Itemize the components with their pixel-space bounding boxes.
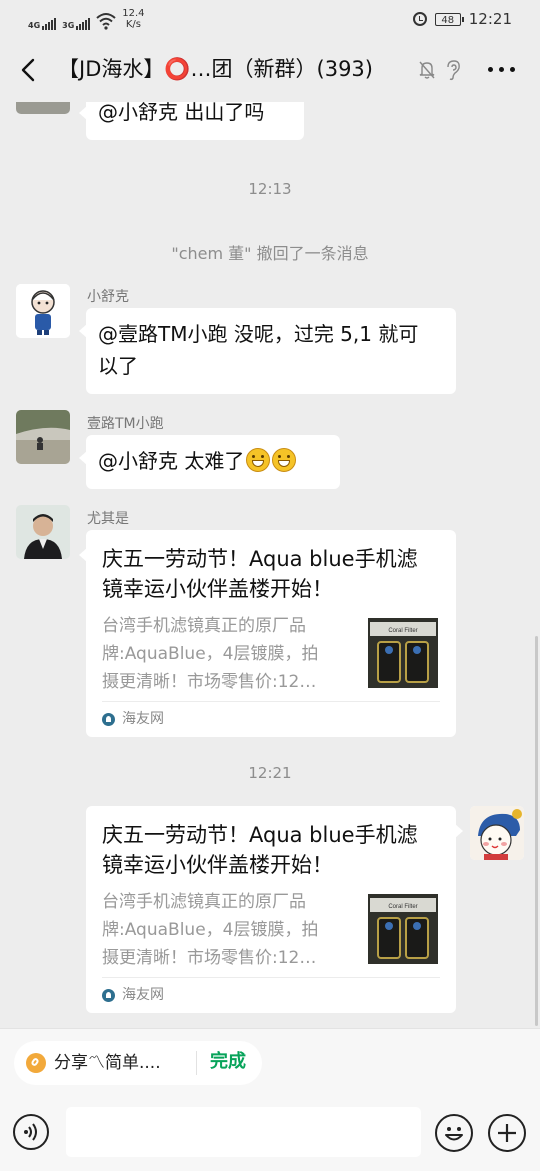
product-image-icon: Coral Filter <box>368 894 438 964</box>
avatar[interactable] <box>16 102 70 114</box>
avatar[interactable] <box>16 505 70 559</box>
recall-notice: "chem 董" 撤回了一条消息 <box>171 244 369 263</box>
card-desc-line: 摄更清晰！市场零售价:12… <box>102 672 317 692</box>
card-body: 台湾手机滤镜真正的原厂品 牌:AquaBlue，4层镀膜，拍 摄更清晰！市场零售… <box>102 888 440 972</box>
card-desc-line: 台湾手机滤镜真正的原厂品 <box>102 892 306 912</box>
chat-header: 【JD海水】⭕…团（新群）(393) <box>0 38 540 102</box>
card-source-label: 海友网 <box>122 987 164 1003</box>
signal-4g-icon: 4G <box>28 18 57 30</box>
thumb-label: Coral Filter <box>388 904 417 910</box>
avatar-cartoon-icon <box>16 284 70 338</box>
wifi-icon <box>96 13 116 30</box>
message-text: @小舒克 太难了 <box>98 449 245 473</box>
message-text: @小舒克 出山了吗 <box>98 102 265 124</box>
card-title-line: 镜幸运小伙伴盖楼开始！ <box>102 853 333 877</box>
card-desc-line: 牌:AquaBlue，4层镀膜，拍 <box>102 920 319 940</box>
card-desc-line: 牌:AquaBlue，4层镀膜，拍 <box>102 644 319 664</box>
card-desc-line: 摄更清晰！市场零售价:12… <box>102 948 317 968</box>
thumb-label: Coral Filter <box>388 628 417 634</box>
card-source: 海友网 <box>102 977 440 1013</box>
plus-icon[interactable] <box>488 1114 526 1152</box>
chevron-left-icon[interactable] <box>16 56 44 84</box>
alarm-icon <box>412 12 427 26</box>
card-title: 庆五一劳动节！Aqua blue手机滤 镜幸运小伙伴盖楼开始！ <box>102 820 440 880</box>
timestamp: 12:21 <box>248 764 292 782</box>
signal-3g-icon: 3G <box>62 18 91 30</box>
message-bubble[interactable]: @小舒克 太难了 <box>79 435 340 489</box>
done-button[interactable]: 完成 <box>210 1050 246 1074</box>
grin-emoji-icon <box>272 448 297 472</box>
quote-text: 分享〽简单.... <box>54 1053 161 1073</box>
card-description: 台湾手机滤镜真正的原厂品 牌:AquaBlue，4层镀膜，拍 摄更清晰！市场零售… <box>102 888 342 972</box>
card-description: 台湾手机滤镜真正的原厂品 牌:AquaBlue，4层镀膜，拍 摄更清晰！市场零售… <box>102 612 342 696</box>
signal1-label: 4G <box>28 21 41 30</box>
message-bubble[interactable]: @小舒克 出山了吗 <box>79 102 304 140</box>
card-title-line: 庆五一劳动节！Aqua blue手机滤 <box>102 547 418 571</box>
source-logo-icon <box>102 989 115 1002</box>
speed-unit: K/s <box>125 19 141 30</box>
sender-name: 尤其是 <box>87 511 129 527</box>
divider <box>196 1051 197 1075</box>
voice-icon[interactable] <box>13 1114 49 1150</box>
status-time: 12:21 <box>468 10 512 28</box>
battery-icon: 48 <box>434 12 464 26</box>
card-source-label: 海友网 <box>122 711 164 727</box>
more-dots-icon[interactable] <box>488 67 515 72</box>
card-thumbnail: Coral Filter <box>368 894 438 964</box>
my-avatar[interactable] <box>470 806 524 860</box>
card-title-line: 镜幸运小伙伴盖楼开始！ <box>102 577 333 601</box>
card-title-line: 庆五一劳动节！Aqua blue手机滤 <box>102 823 418 847</box>
message-input[interactable] <box>66 1107 421 1157</box>
input-area: 分享〽简单.... 完成 <box>0 1028 540 1171</box>
product-image-icon: Coral Filter <box>368 618 438 688</box>
signal2-label: 3G <box>62 21 75 30</box>
avatar[interactable] <box>16 410 70 464</box>
link-card[interactable]: 庆五一劳动节！Aqua blue手机滤 镜幸运小伙伴盖楼开始！ 台湾手机滤镜真正… <box>86 806 463 1013</box>
speed-value: 12.4 <box>122 8 145 19</box>
avatar-cartoon-icon <box>470 806 524 860</box>
avatar[interactable] <box>16 284 70 338</box>
source-logo-icon <box>102 713 115 726</box>
sender-name: 壹路TM小跑 <box>87 416 164 432</box>
avatar-photo-icon <box>16 505 70 559</box>
status-bar-left: 4G 3G 12.4 K/s <box>28 8 145 30</box>
sender-name: 小舒克 <box>87 289 129 305</box>
scrollbar[interactable] <box>535 636 538 1026</box>
timestamp: 12:13 <box>248 180 292 198</box>
avatar-photo-icon <box>16 410 70 464</box>
chat-title[interactable]: 【JD海水】⭕…团（新群）(393) <box>58 54 373 84</box>
grin-emoji-icon <box>246 448 271 472</box>
link-icon <box>26 1053 46 1073</box>
message-text-line: 以了 <box>98 354 138 378</box>
chat-message-list[interactable]: @小舒克 出山了吗 12:13 "chem 董" 撤回了一条消息 小舒克 @壹路… <box>0 102 540 1028</box>
message-text-line: @壹路TM小跑 没呢，过完 5,1 就可 <box>98 322 419 346</box>
emoji-icon[interactable] <box>435 1114 473 1152</box>
status-bar-right: 48 12:21 <box>412 10 512 28</box>
card-title: 庆五一劳动节！Aqua blue手机滤 镜幸运小伙伴盖楼开始！ <box>102 544 440 604</box>
status-bar: 4G 3G 12.4 K/s 48 12:21 <box>0 0 540 38</box>
link-card[interactable]: 庆五一劳动节！Aqua blue手机滤 镜幸运小伙伴盖楼开始！ 台湾手机滤镜真正… <box>79 530 456 737</box>
bell-off-icon <box>419 61 435 79</box>
ear-icon <box>447 60 460 81</box>
card-desc-line: 台湾手机滤镜真正的原厂品 <box>102 616 306 636</box>
card-body: 台湾手机滤镜真正的原厂品 牌:AquaBlue，4层镀膜，拍 摄更清晰！市场零售… <box>102 612 440 696</box>
network-speed: 12.4 K/s <box>122 8 144 30</box>
battery-level: 48 <box>441 14 455 26</box>
quote-preview[interactable]: 分享〽简单.... 完成 <box>14 1041 262 1085</box>
card-source: 海友网 <box>102 701 440 737</box>
card-thumbnail: Coral Filter <box>368 618 438 688</box>
message-bubble[interactable]: @壹路TM小跑 没呢，过完 5,1 就可 以了 <box>79 308 456 394</box>
